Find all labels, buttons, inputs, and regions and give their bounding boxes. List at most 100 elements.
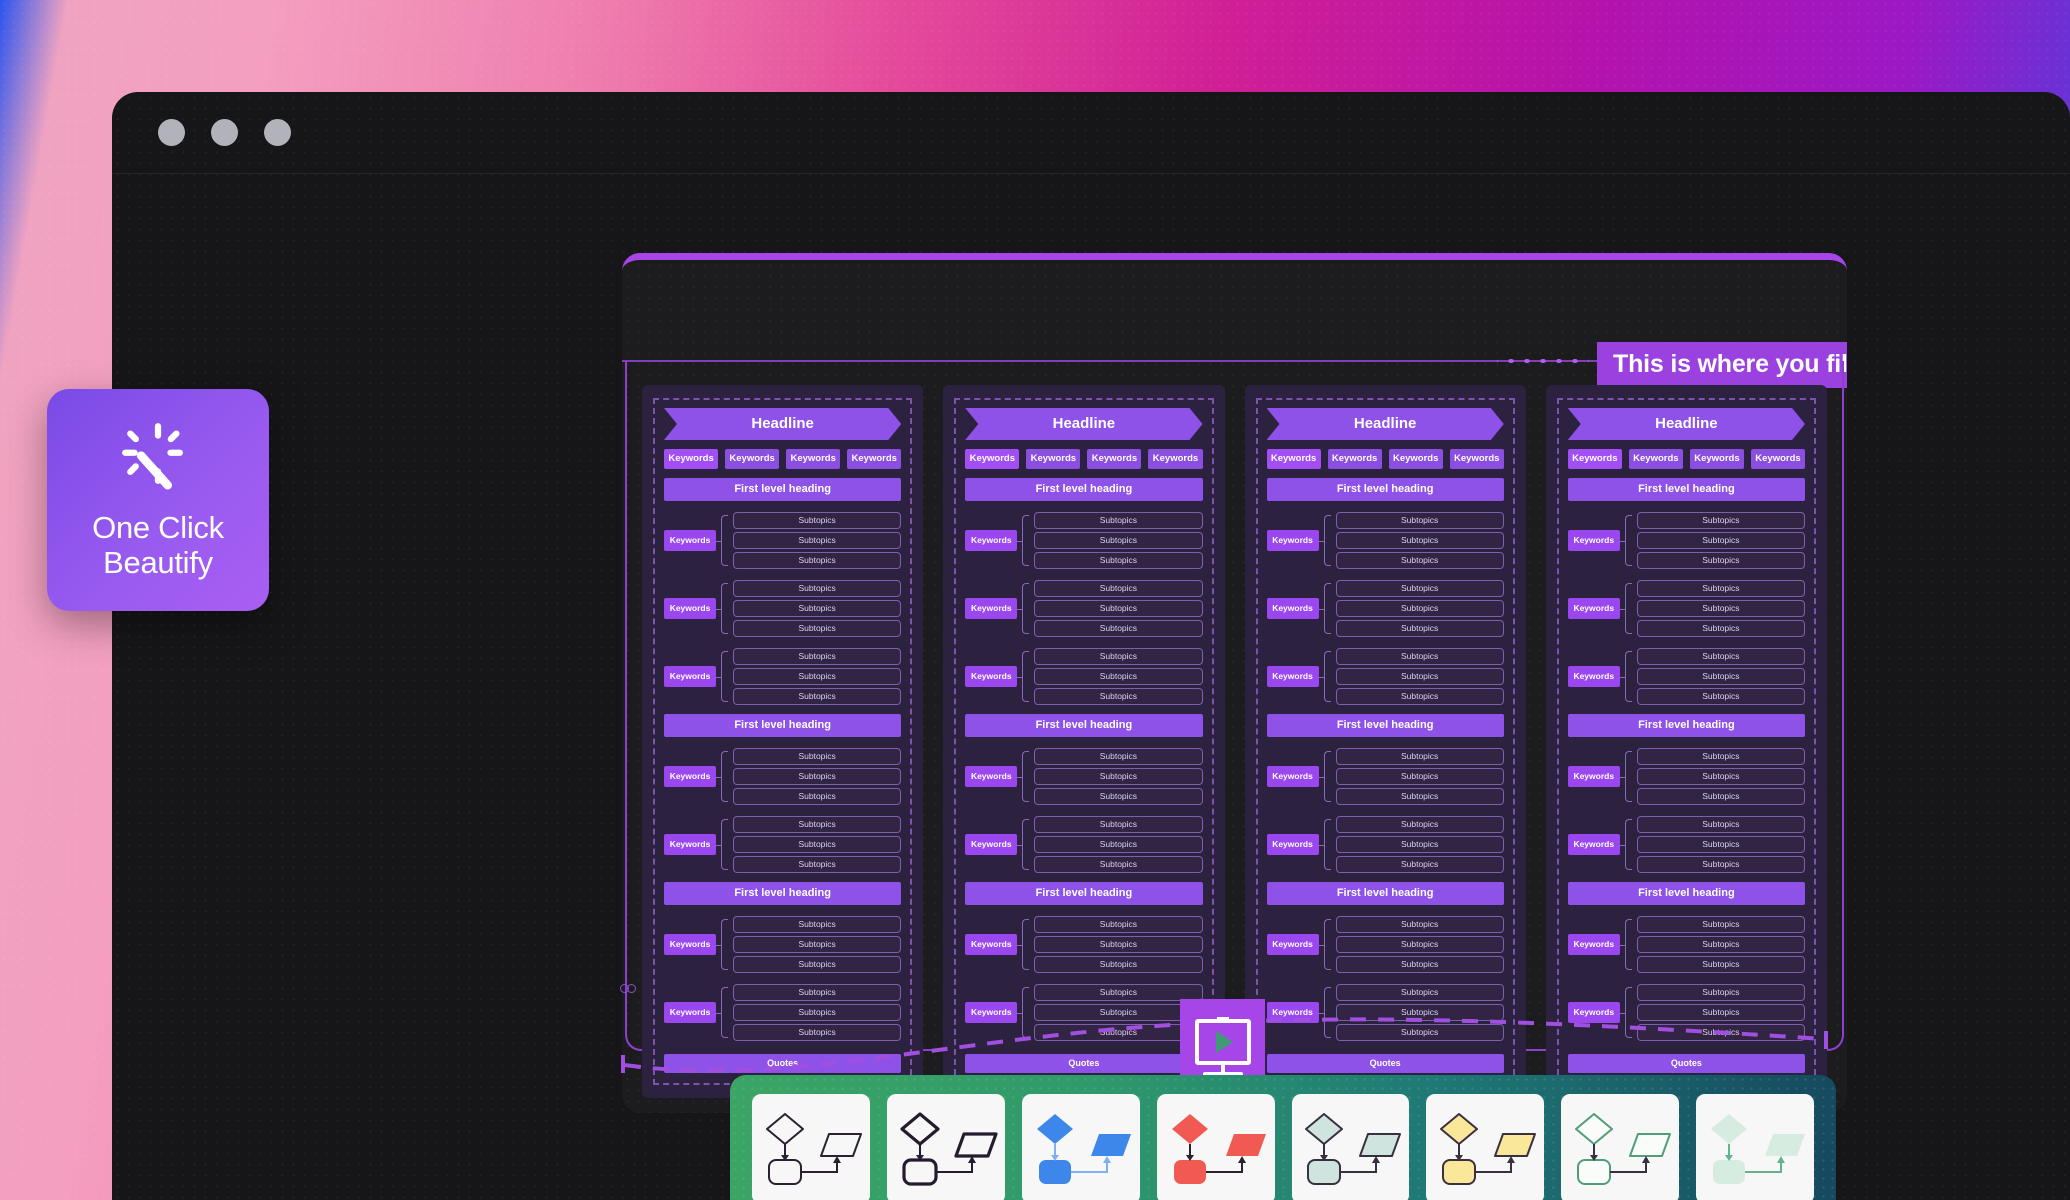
subtopic-row[interactable]: Subtopics [1636,552,1805,569]
template-thumbnail[interactable] [1291,1094,1410,1200]
subtopic-row[interactable]: Subtopics [733,768,902,785]
keyword-chip[interactable]: Keywords [1087,449,1142,469]
subtopic-row[interactable]: Subtopics [1034,600,1203,617]
subtopic-row[interactable]: Subtopics [1335,788,1504,805]
subtopic-row[interactable]: Subtopics [1034,580,1203,597]
editor-canvas[interactable]: This is where you fill in the title Head… [622,253,1847,1113]
subtopic-row[interactable]: Subtopics [1034,512,1203,529]
subtopic-row[interactable]: Subtopics [1636,532,1805,549]
keyword-chip[interactable]: Keywords [786,449,841,469]
keyword-chip[interactable]: Keywords [1266,449,1321,469]
group-keyword-chip[interactable]: Keywords [1567,666,1620,687]
template-thumbnail[interactable] [1696,1094,1814,1200]
card-headline[interactable]: Headline [1267,408,1504,440]
subtopic-row[interactable]: Subtopics [733,512,902,529]
subtopic-row[interactable]: Subtopics [1636,512,1805,529]
template-thumbnail[interactable] [1156,1094,1275,1200]
group-keyword-chip[interactable]: Keywords [965,934,1018,955]
keyword-chip[interactable]: Keywords [1750,449,1805,469]
presentation-play-button[interactable] [1180,999,1265,1084]
one-click-beautify-button[interactable]: One Click Beautify [47,389,269,611]
subtopic-row[interactable]: Subtopics [1636,856,1805,873]
subtopic-row[interactable]: Subtopics [1034,668,1203,685]
template-thumbnail[interactable] [886,1094,1005,1200]
group-keyword-chip[interactable]: Keywords [664,598,716,619]
subtopic-row[interactable]: Subtopics [733,788,902,805]
keyword-chip[interactable]: Keywords [725,449,780,469]
keyword-chip[interactable]: Keywords [1567,449,1622,469]
close-dot[interactable] [158,119,185,146]
subtopic-row[interactable]: Subtopics [1636,600,1805,617]
subtopic-row[interactable]: Subtopics [1636,620,1805,637]
group-keyword-chip[interactable]: Keywords [664,530,716,551]
group-keyword-chip[interactable]: Keywords [1266,666,1319,687]
subtopic-row[interactable]: Subtopics [1636,580,1805,597]
subtopic-row[interactable]: Subtopics [1335,956,1504,973]
keyword-chip[interactable]: Keywords [664,449,719,469]
outline-card[interactable]: Headline Keywords Keywords Keywords Keywords… [642,385,924,1098]
first-level-heading[interactable]: First level heading [1567,478,1805,501]
group-keyword-chip[interactable]: Keywords [965,666,1018,687]
first-level-heading[interactable]: First level heading [664,882,902,905]
group-keyword-chip[interactable]: Keywords [965,834,1018,855]
subtopic-row[interactable]: Subtopics [1335,984,1504,1001]
subtopic-row[interactable]: Subtopics [733,620,902,637]
group-keyword-chip[interactable]: Keywords [1567,934,1620,955]
first-level-heading[interactable]: First level heading [1567,882,1805,905]
group-keyword-chip[interactable]: Keywords [1266,766,1319,787]
subtopic-row[interactable]: Subtopics [733,956,902,973]
subtopic-row[interactable]: Subtopics [733,668,902,685]
group-keyword-chip[interactable]: Keywords [1266,530,1319,551]
subtopic-row[interactable]: Subtopics [733,748,902,765]
keyword-chip[interactable]: Keywords [1689,449,1744,469]
minimize-dot[interactable] [211,119,238,146]
group-keyword-chip[interactable]: Keywords [1567,834,1620,855]
subtopic-row[interactable]: Subtopics [1335,532,1504,549]
template-thumbnail[interactable] [1021,1094,1140,1200]
keyword-chip[interactable]: Keywords [1388,449,1443,469]
subtopic-row[interactable]: Subtopics [1335,668,1504,685]
group-keyword-chip[interactable]: Keywords [1567,598,1620,619]
group-keyword-chip[interactable]: Keywords [965,766,1018,787]
outline-card[interactable]: Headline Keywords Keywords Keywords Keywords… [943,385,1225,1098]
subtopic-row[interactable]: Subtopics [733,816,902,833]
subtopic-row[interactable]: Subtopics [1034,768,1203,785]
template-thumbnail[interactable] [1426,1094,1545,1200]
keyword-chip[interactable]: Keywords [847,449,902,469]
group-keyword-chip[interactable]: Keywords [1266,598,1319,619]
subtopic-row[interactable]: Subtopics [1636,648,1805,665]
subtopic-row[interactable]: Subtopics [1335,836,1504,853]
subtopic-row[interactable]: Subtopics [1034,956,1203,973]
subtopic-row[interactable]: Subtopics [1034,936,1203,953]
keyword-chip[interactable]: Keywords [1148,449,1203,469]
first-level-heading[interactable]: First level heading [1266,478,1504,501]
subtopic-row[interactable]: Subtopics [1034,620,1203,637]
subtopic-row[interactable]: Subtopics [1335,768,1504,785]
subtopic-row[interactable]: Subtopics [733,552,902,569]
subtopic-row[interactable]: Subtopics [733,580,902,597]
subtopic-row[interactable]: Subtopics [1636,836,1805,853]
subtopic-row[interactable]: Subtopics [733,936,902,953]
subtopic-row[interactable]: Subtopics [733,600,902,617]
subtopic-row[interactable]: Subtopics [1034,688,1203,705]
subtopic-row[interactable]: Subtopics [1335,512,1504,529]
subtopic-row[interactable]: Subtopics [1335,648,1504,665]
subtopic-row[interactable]: Subtopics [1034,532,1203,549]
subtopic-row[interactable]: Subtopics [1636,788,1805,805]
outline-card[interactable]: Headline Keywords Keywords Keywords Keywords… [1244,385,1526,1098]
subtopic-row[interactable]: Subtopics [733,856,902,873]
keyword-chip[interactable]: Keywords [1026,449,1081,469]
template-thumbnail[interactable] [1561,1094,1680,1200]
first-level-heading[interactable]: First level heading [664,478,902,501]
maximize-dot[interactable] [264,119,291,146]
subtopic-row[interactable]: Subtopics [1034,916,1203,933]
subtopic-row[interactable]: Subtopics [1335,552,1504,569]
subtopic-row[interactable]: Subtopics [733,916,902,933]
keyword-chip[interactable]: Keywords [1327,449,1382,469]
subtopic-row[interactable]: Subtopics [1335,580,1504,597]
first-level-heading[interactable]: First level heading [664,714,902,737]
group-keyword-chip[interactable]: Keywords [664,834,716,855]
keyword-chip[interactable]: Keywords [1628,449,1683,469]
subtopic-row[interactable]: Subtopics [1335,816,1504,833]
template-thumbnail[interactable] [752,1094,870,1200]
